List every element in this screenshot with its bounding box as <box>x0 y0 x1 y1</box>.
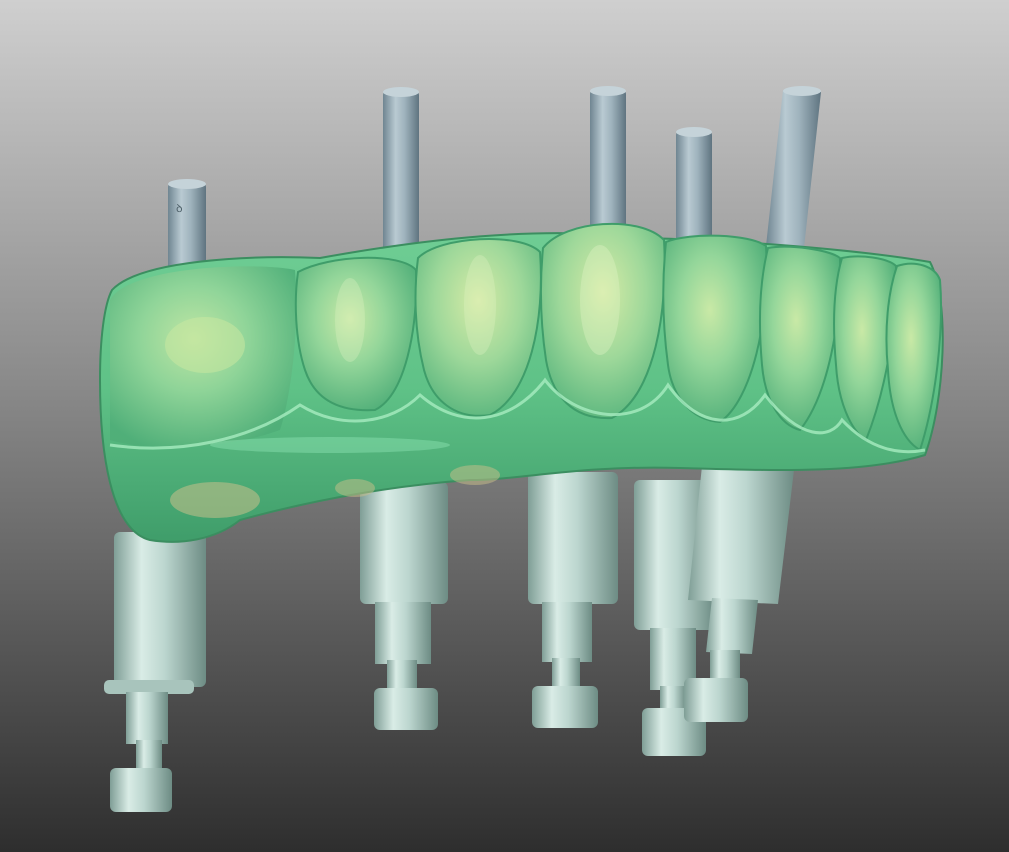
rendered-scene[interactable]: ꝺ <box>0 0 1009 852</box>
svg-text:ꝺ: ꝺ <box>176 202 183 215</box>
scan-body-2 <box>383 87 419 251</box>
scan-body-1: ꝺ <box>168 179 206 273</box>
scan-body-4 <box>676 127 712 243</box>
3d-viewport[interactable]: ꝺ <box>0 0 1009 852</box>
scan-body-3 <box>590 86 626 238</box>
